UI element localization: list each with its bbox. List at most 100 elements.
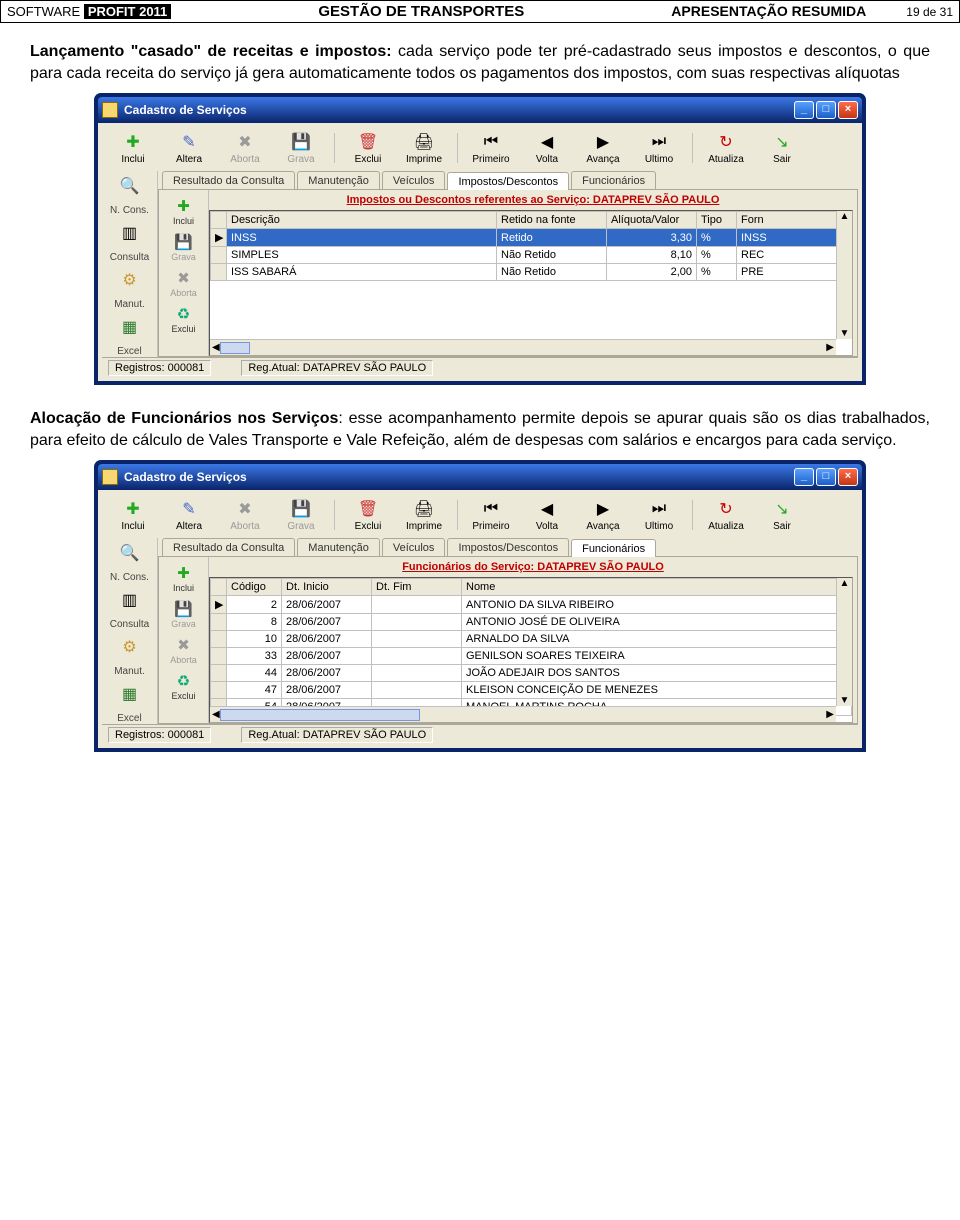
grid-hscroll[interactable]: ◀▶: [210, 339, 836, 355]
imprime-button[interactable]: 🖨Imprime: [399, 131, 449, 165]
inclui-button[interactable]: ✚Inclui: [108, 498, 158, 532]
close-button[interactable]: ×: [838, 101, 858, 119]
tab-manutencao[interactable]: Manutenção: [297, 538, 380, 556]
app-icon: [102, 469, 118, 485]
main-toolbar: ✚Inclui ✎Altera ✖Aborta 💾Grava 🗑Exclui 🖨…: [102, 494, 858, 538]
volta-button[interactable]: ◀Volta: [522, 131, 572, 165]
altera-button[interactable]: ✎Altera: [164, 498, 214, 532]
col-descricao[interactable]: Descrição: [227, 212, 497, 229]
last-icon: ⏭: [648, 498, 670, 520]
excel-icon[interactable]: ▦: [115, 314, 145, 340]
search-icon[interactable]: 🔍: [115, 540, 145, 566]
avanca-button[interactable]: ▶Avança: [578, 131, 628, 165]
sheet-icon[interactable]: ▥: [115, 220, 145, 246]
tab-impostos[interactable]: Impostos/Descontos: [447, 538, 569, 556]
grid-vscroll[interactable]: ▲▼: [836, 578, 852, 706]
grid-vscroll[interactable]: ▲▼: [836, 211, 852, 339]
primeiro-button[interactable]: ⏮Primeiro: [466, 131, 516, 165]
table-row[interactable]: 828/06/2007ANTONIO JOSÉ DE OLIVEIRA: [211, 614, 852, 631]
atualiza-button[interactable]: ↻Atualiza: [701, 131, 751, 165]
tab-veiculos[interactable]: Veículos: [382, 538, 446, 556]
inner-aborta-button: ✖Aborta: [170, 635, 197, 665]
table-row[interactable]: 1028/06/2007ARNALDO DA SILVA: [211, 631, 852, 648]
altera-button[interactable]: ✎Altera: [164, 131, 214, 165]
volta-button[interactable]: ◀Volta: [522, 498, 572, 532]
statusbar: Registros: 000081 Reg.Atual: DATAPREV SÃ…: [102, 357, 858, 377]
sheet-icon[interactable]: ▥: [115, 587, 145, 613]
ultimo-button[interactable]: ⏭Ultimo: [634, 498, 684, 532]
table-row[interactable]: ▶ INSS Retido 3,30 % INSS: [211, 229, 852, 247]
col-codigo[interactable]: Código: [227, 579, 282, 596]
table-row[interactable]: 3328/06/2007GENILSON SOARES TEIXEIRA: [211, 648, 852, 665]
tab-resultado[interactable]: Resultado da Consulta: [162, 538, 295, 556]
doc-subtitle: APRESENTAÇÃO RESUMIDA: [671, 3, 866, 19]
plus-icon: ✚: [173, 563, 193, 583]
print-icon: 🖨: [413, 498, 435, 520]
prev-icon: ◀: [536, 498, 558, 520]
sair-button[interactable]: ↘Sair: [757, 131, 807, 165]
inner-inclui-button[interactable]: ✚Inclui: [173, 563, 194, 593]
sair-button[interactable]: ↘Sair: [757, 498, 807, 532]
ultimo-button[interactable]: ⏭Ultimo: [634, 131, 684, 165]
impostos-grid[interactable]: Descrição Retido na fonte Alíquota/Valor…: [209, 210, 853, 356]
col-tipo[interactable]: Tipo: [697, 212, 737, 229]
gear-icon[interactable]: ⚙: [115, 267, 145, 293]
table-row[interactable]: ISS SABARÁ Não Retido 2,00 % PRE: [211, 264, 852, 281]
close-button[interactable]: ×: [838, 468, 858, 486]
save-icon: 💾: [290, 131, 312, 153]
col-dtinicio[interactable]: Dt. Inicio: [282, 579, 372, 596]
table-row[interactable]: ▶228/06/2007ANTONIO DA SILVA RIBEIRO: [211, 596, 852, 614]
inclui-button[interactable]: ✚Inclui: [108, 131, 158, 165]
primeiro-button[interactable]: ⏮Primeiro: [466, 498, 516, 532]
col-aliquota[interactable]: Alíquota/Valor: [607, 212, 697, 229]
minimize-button[interactable]: _: [794, 468, 814, 486]
table-row[interactable]: 4728/06/2007KLEISON CONCEIÇÃO DE MENEZES: [211, 682, 852, 699]
funcionarios-grid[interactable]: Código Dt. Inicio Dt. Fim Nome ▶228/06/2…: [209, 577, 853, 723]
gear-icon[interactable]: ⚙: [115, 634, 145, 660]
edit-icon: ✎: [178, 131, 200, 153]
titlebar[interactable]: Cadastro de Serviços _ □ ×: [98, 464, 862, 490]
left-sidebar: 🔍 N. Cons. ▥ Consulta ⚙ Manut. ▦ Excel: [102, 171, 158, 357]
tab-manutencao[interactable]: Manutenção: [297, 171, 380, 189]
statusbar: Registros: 000081 Reg.Atual: DATAPREV SÃ…: [102, 724, 858, 744]
window-cadastro-servicos-1: Cadastro de Serviços _ □ × ✚Inclui ✎Alte…: [95, 94, 865, 384]
first-icon: ⏮: [480, 498, 502, 520]
manut-label: Manut.: [114, 299, 145, 310]
delete-icon: 🗑: [357, 498, 379, 520]
excel-icon[interactable]: ▦: [115, 681, 145, 707]
tab-veiculos[interactable]: Veículos: [382, 171, 446, 189]
table-row[interactable]: SIMPLES Não Retido 8,10 % REC: [211, 247, 852, 264]
maximize-button[interactable]: □: [816, 468, 836, 486]
inner-toolbar: ✚Inclui 💾Grava ✖Aborta ♻Exclui: [159, 557, 209, 723]
delete-icon: 🗑: [357, 131, 379, 153]
inner-exclui-button[interactable]: ♻Exclui: [171, 304, 195, 334]
inner-grava-button: 💾Grava: [171, 599, 196, 629]
tab-funcionarios[interactable]: Funcionários: [571, 539, 656, 557]
imprime-button[interactable]: 🖨Imprime: [399, 498, 449, 532]
tabstrip: Resultado da Consulta Manutenção Veículo…: [158, 538, 858, 557]
inner-toolbar: ✚Inclui 💾Grava ✖Aborta ♻Exclui: [159, 190, 209, 356]
avanca-button[interactable]: ▶Avança: [578, 498, 628, 532]
col-dtfim[interactable]: Dt. Fim: [372, 579, 462, 596]
save-icon: 💾: [173, 232, 193, 252]
tab-resultado[interactable]: Resultado da Consulta: [162, 171, 295, 189]
exclui-button[interactable]: 🗑Exclui: [343, 131, 393, 165]
tab-impostos[interactable]: Impostos/Descontos: [447, 172, 569, 190]
table-row[interactable]: 4428/06/2007JOÃO ADEJAIR DOS SANTOS: [211, 665, 852, 682]
inner-exclui-button[interactable]: ♻Exclui: [171, 671, 195, 701]
exclui-button[interactable]: 🗑Exclui: [343, 498, 393, 532]
inner-inclui-button[interactable]: ✚Inclui: [173, 196, 194, 226]
col-retido[interactable]: Retido na fonte: [497, 212, 607, 229]
search-icon[interactable]: 🔍: [115, 173, 145, 199]
col-nome[interactable]: Nome: [462, 579, 852, 596]
maximize-button[interactable]: □: [816, 101, 836, 119]
tab-funcionarios[interactable]: Funcionários: [571, 171, 656, 189]
section2-text: Alocação de Funcionários nos Serviços: e…: [30, 408, 930, 451]
titlebar[interactable]: Cadastro de Serviços _ □ ×: [98, 97, 862, 123]
atualiza-button[interactable]: ↻Atualiza: [701, 498, 751, 532]
grid-hscroll[interactable]: ◀▶: [210, 706, 836, 722]
grava-button: 💾Grava: [276, 498, 326, 532]
app-icon: [102, 102, 118, 118]
minimize-button[interactable]: _: [794, 101, 814, 119]
col-forn[interactable]: Forn: [737, 212, 852, 229]
